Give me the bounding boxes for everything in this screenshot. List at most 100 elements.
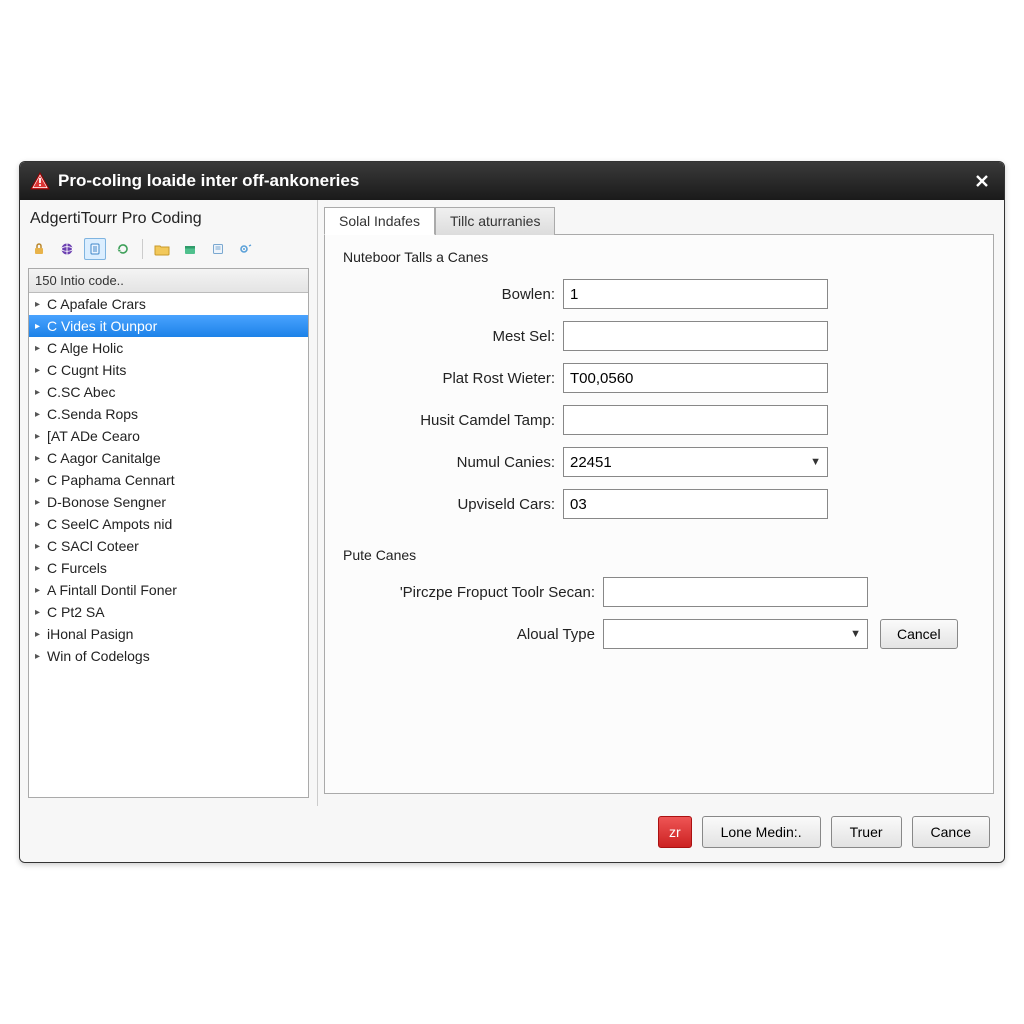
form-row-bowlen: Bowlen: xyxy=(343,279,975,309)
list-item[interactable]: ▸A Fintall Dontil Foner xyxy=(29,579,308,601)
document-icon[interactable] xyxy=(84,238,106,260)
window-title: Pro-coling loaide inter off-ankoneries xyxy=(58,171,970,191)
note-icon[interactable] xyxy=(207,238,229,260)
dialog-window: Pro-coling loaide inter off-ankoneries A… xyxy=(19,161,1005,863)
section-title-2: Pute Canes xyxy=(343,547,975,563)
chevron-right-icon: ▸ xyxy=(35,497,47,508)
chevron-right-icon: ▸ xyxy=(35,519,47,530)
sidebar: AdgertiTourr Pro Coding xyxy=(20,200,318,806)
label-upviseld-cars: Upviseld Cars: xyxy=(343,496,563,513)
list-item-label: C Paphama Cennart xyxy=(47,472,175,488)
list-item[interactable]: ▸iHonal Pasign xyxy=(29,623,308,645)
list-item[interactable]: ▸C.SC Abec xyxy=(29,381,308,403)
tab-strip: Solal Indafes Tillc aturranies xyxy=(324,206,994,234)
form-row-plat-rost-wieter: Plat Rost Wieter: xyxy=(343,363,975,393)
list-item-label: C Apafale Crars xyxy=(47,296,146,312)
form-row-mest-sel: Mest Sel: xyxy=(343,321,975,351)
sidebar-heading: AdgertiTourr Pro Coding xyxy=(28,206,309,236)
lone-medin-button[interactable]: Lone Medin:. xyxy=(702,816,821,848)
list-item[interactable]: ▸C SACl Coteer xyxy=(29,535,308,557)
chevron-right-icon: ▸ xyxy=(35,431,47,442)
label-husit-camdel-tamp: Husit Camdel Tamp: xyxy=(343,412,563,429)
list-item-label: D-Bonose Sengner xyxy=(47,494,166,510)
list-item-label: C SeelC Ampots nid xyxy=(47,516,172,532)
list-item[interactable]: ▸C Furcels xyxy=(29,557,308,579)
chevron-down-icon: ▼ xyxy=(810,456,821,468)
snip-icon: zr xyxy=(669,824,681,840)
chevron-right-icon: ▸ xyxy=(35,475,47,486)
form-row-husit-camdel-tamp: Husit Camdel Tamp: xyxy=(343,405,975,435)
globe-icon[interactable] xyxy=(56,238,78,260)
chevron-right-icon: ▸ xyxy=(35,453,47,464)
select-numul-canies[interactable]: 22451 ▼ xyxy=(563,447,828,477)
list-item-label: [AT ADe Cearo xyxy=(47,428,140,444)
chevron-right-icon: ▸ xyxy=(35,651,47,662)
form-row-upviseld-cars: Upviseld Cars: xyxy=(343,489,975,519)
chevron-right-icon: ▸ xyxy=(35,629,47,640)
label-pirczpe-fropuct: 'Pirczpe Fropuct Toolr Secan: xyxy=(343,584,603,601)
gear-icon[interactable] xyxy=(235,238,257,260)
truer-button[interactable]: Truer xyxy=(831,816,902,848)
label-numul-canies: Numul Canies: xyxy=(343,454,563,471)
chevron-right-icon: ▸ xyxy=(35,541,47,552)
section-title-1: Nuteboor Talls a Canes xyxy=(343,249,975,265)
list-item[interactable]: ▸[AT ADe Cearo xyxy=(29,425,308,447)
warning-icon xyxy=(30,171,50,191)
tab-body: Nuteboor Talls a Canes Bowlen: Mest Sel:… xyxy=(324,234,994,794)
form-row-numul-canies: Numul Canies: 22451 ▼ xyxy=(343,447,975,477)
tab-tillc-aturranies[interactable]: Tillc aturranies xyxy=(435,207,556,235)
list-item-label: C SACl Coteer xyxy=(47,538,139,554)
list-item[interactable]: ▸C Pt2 SA xyxy=(29,601,308,623)
sidebar-toolbar xyxy=(28,236,309,268)
listbox-header: 150 Intio code.. xyxy=(29,269,308,293)
list-item[interactable]: ▸C Alge Holic xyxy=(29,337,308,359)
dialog-footer: zr Lone Medin:. Truer Cance xyxy=(20,806,1004,862)
folder-icon[interactable] xyxy=(151,238,173,260)
box-icon[interactable] xyxy=(179,238,201,260)
list-item-label: C Pt2 SA xyxy=(47,604,105,620)
list-item[interactable]: ▸C.Senda Rops xyxy=(29,403,308,425)
chevron-right-icon: ▸ xyxy=(35,563,47,574)
chevron-right-icon: ▸ xyxy=(35,607,47,618)
input-bowlen[interactable] xyxy=(563,279,828,309)
close-icon xyxy=(975,174,989,188)
list-item-label: C.Senda Rops xyxy=(47,406,138,422)
close-button[interactable] xyxy=(970,170,994,192)
lock-icon[interactable] xyxy=(28,238,50,260)
cance-button[interactable]: Cance xyxy=(912,816,990,848)
form-row-pirczpe-fropuct: 'Pirczpe Fropuct Toolr Secan: xyxy=(343,577,975,607)
inline-cancel-button[interactable]: Cancel xyxy=(880,619,958,649)
list-item[interactable]: ▸C SeelC Ampots nid xyxy=(29,513,308,535)
list-item[interactable]: ▸C Aagor Canitalge xyxy=(29,447,308,469)
input-husit-camdel-tamp[interactable] xyxy=(563,405,828,435)
chevron-right-icon: ▸ xyxy=(35,387,47,398)
list-item[interactable]: ▸Win of Codelogs xyxy=(29,645,308,667)
tab-solal-indafes[interactable]: Solal Indafes xyxy=(324,207,435,235)
list-item-label: Win of Codelogs xyxy=(47,648,150,664)
list-item-label: C Cugnt Hits xyxy=(47,362,126,378)
list-item-label: C.SC Abec xyxy=(47,384,115,400)
select-aloual-type[interactable]: ▼ xyxy=(603,619,868,649)
chevron-right-icon: ▸ xyxy=(35,585,47,596)
refresh-icon[interactable] xyxy=(112,238,134,260)
input-upviseld-cars[interactable] xyxy=(563,489,828,519)
list-item[interactable]: ▸C Paphama Cennart xyxy=(29,469,308,491)
list-item-label: A Fintall Dontil Foner xyxy=(47,582,177,598)
chevron-right-icon: ▸ xyxy=(35,321,47,332)
form-row-aloual-type: Aloual Type ▼ Cancel xyxy=(343,619,975,649)
list-item[interactable]: ▸C Vides it Ounpor xyxy=(29,315,308,337)
input-plat-rost-wieter[interactable] xyxy=(563,363,828,393)
chevron-right-icon: ▸ xyxy=(35,299,47,310)
input-pirczpe-fropuct[interactable] xyxy=(603,577,868,607)
label-mest-sel: Mest Sel: xyxy=(343,328,563,345)
chevron-right-icon: ▸ xyxy=(35,365,47,376)
input-mest-sel[interactable] xyxy=(563,321,828,351)
action-red-button[interactable]: zr xyxy=(658,816,692,848)
chevron-down-icon: ▼ xyxy=(850,628,861,640)
list-item[interactable]: ▸D-Bonose Sengner xyxy=(29,491,308,513)
label-plat-rost-wieter: Plat Rost Wieter: xyxy=(343,370,563,387)
list-item[interactable]: ▸C Apafale Crars xyxy=(29,293,308,315)
list-item[interactable]: ▸C Cugnt Hits xyxy=(29,359,308,381)
content-area: AdgertiTourr Pro Coding xyxy=(20,200,1004,806)
toolbar-separator xyxy=(142,239,143,259)
